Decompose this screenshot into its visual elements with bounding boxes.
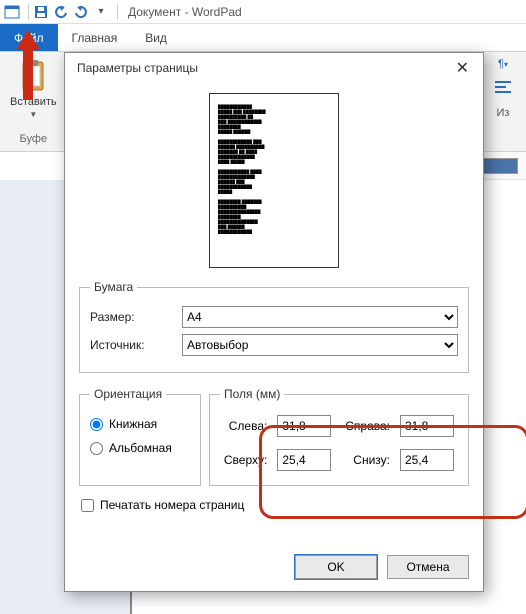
margin-left-input[interactable] (277, 415, 331, 437)
window-titlebar: ▾ Документ - WordPad (0, 0, 526, 24)
orientation-legend: Ориентация (90, 387, 166, 401)
landscape-radio[interactable]: Альбомная (90, 441, 190, 455)
margins-group: Поля (мм) Слева: Справа: Сверху: Снизу: (209, 387, 469, 486)
paragraph-mark-icon[interactable]: ¶▾ (498, 58, 508, 70)
separator-icon (28, 4, 29, 20)
dialog-title: Параметры страницы (77, 61, 198, 75)
landscape-label: Альбомная (109, 441, 172, 455)
qat-dropdown-icon[interactable]: ▾ (93, 4, 109, 20)
tab-file[interactable]: Файл (0, 24, 58, 51)
paper-group: Бумага Размер: A4 Источник: Автовыбор (79, 280, 469, 373)
margin-right-input[interactable] (400, 415, 454, 437)
orientation-group: Ориентация Книжная Альбомная (79, 387, 201, 486)
app-icon (4, 4, 20, 20)
margin-top-input[interactable] (277, 449, 331, 471)
tab-home[interactable]: Главная (58, 24, 132, 51)
ribbon-tabs: Файл Главная Вид (0, 24, 526, 52)
ribbon-group-label: Буфе (20, 133, 48, 145)
dialog-titlebar: Параметры страницы ✕ (65, 53, 483, 83)
portrait-radio[interactable]: Книжная (90, 417, 190, 431)
align-icon[interactable] (494, 80, 512, 97)
ribbon-right-strip: ¶▾ Из (480, 52, 526, 151)
margin-bottom-input[interactable] (400, 449, 454, 471)
margins-legend: Поля (мм) (220, 387, 284, 401)
margin-right-label: Справа: (343, 419, 390, 433)
paste-label: Вставить (10, 96, 57, 108)
redo-icon[interactable] (73, 4, 89, 20)
margin-top-label: Сверху: (222, 453, 267, 467)
save-icon[interactable] (33, 4, 49, 20)
paper-legend: Бумага (90, 280, 137, 294)
size-select[interactable]: A4 (182, 306, 458, 328)
size-label: Размер: (90, 310, 172, 324)
margin-bottom-label: Снизу: (343, 453, 390, 467)
edit-label: Из (497, 107, 510, 119)
source-label: Источник: (90, 338, 172, 352)
page-setup-dialog: Параметры страницы ✕ ████████████ █████ … (64, 52, 484, 592)
paste-button[interactable]: Вставить ▼ (10, 58, 57, 119)
tab-view[interactable]: Вид (131, 24, 181, 51)
undo-icon[interactable] (53, 4, 69, 20)
close-icon[interactable]: ✕ (450, 56, 475, 80)
source-select[interactable]: Автовыбор (182, 334, 458, 356)
separator-icon (117, 4, 118, 20)
window-title: Документ - WordPad (128, 5, 242, 19)
ok-button[interactable]: OK (295, 555, 377, 579)
portrait-label: Книжная (109, 417, 157, 431)
print-page-numbers-checkbox[interactable]: Печатать номера страниц (81, 498, 467, 512)
margin-left-label: Слева: (222, 419, 267, 433)
clipboard-icon (17, 58, 49, 94)
dialog-buttons: OK Отмена (65, 545, 483, 591)
ribbon-group-clipboard: Вставить ▼ Буфе (6, 56, 66, 147)
page-preview: ████████████ █████ ███ ████████ ████████… (209, 93, 339, 268)
chevron-down-icon: ▼ (29, 110, 37, 119)
print-page-numbers-label: Печатать номера страниц (100, 498, 244, 512)
cancel-button[interactable]: Отмена (387, 555, 469, 579)
